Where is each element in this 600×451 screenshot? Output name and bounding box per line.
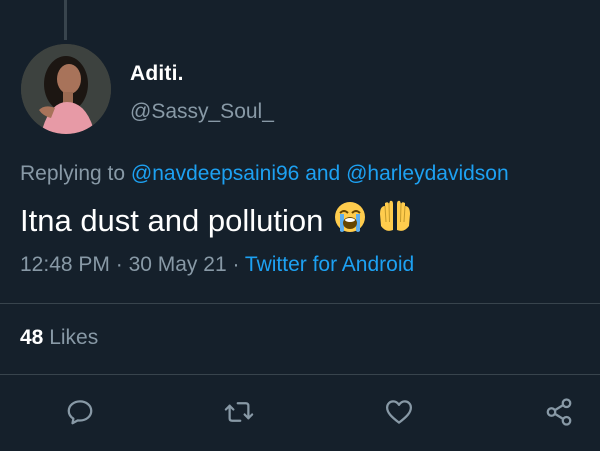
share-button[interactable]: [541, 394, 577, 430]
avatar-image: [21, 44, 111, 134]
tweet-time[interactable]: 12:48 PM: [20, 253, 110, 276]
share-icon: [546, 398, 572, 426]
reply-button[interactable]: [62, 394, 98, 430]
author-name[interactable]: Aditi.: [130, 62, 184, 86]
meta-separator: ·: [109, 253, 129, 276]
tweet-metadata: 12:48 PM · 30 May 21 · Twitter for Andro…: [20, 253, 414, 277]
replying-to-label: Replying to: [20, 162, 131, 185]
thread-connector-line: [64, 0, 67, 40]
divider: [0, 303, 600, 304]
retweet-button[interactable]: [221, 394, 257, 430]
raising-hands-emoji: [377, 200, 413, 242]
likes-label: Likes: [43, 326, 99, 349]
tweet-text: Itna dust and pollution: [20, 200, 413, 242]
tweet-date[interactable]: 30 May 21: [129, 253, 227, 276]
divider: [0, 374, 600, 375]
like-icon: [386, 400, 412, 424]
like-button[interactable]: [381, 394, 417, 430]
retweet-icon: [224, 402, 254, 422]
author-handle[interactable]: @Sassy_Soul_: [130, 100, 274, 124]
tweet-source-link[interactable]: Twitter for Android: [245, 253, 414, 276]
reply-joiner[interactable]: and: [299, 162, 346, 185]
avatar[interactable]: [21, 44, 111, 134]
tweet-body: Itna dust and pollution: [20, 203, 324, 238]
meta-separator: ·: [226, 253, 245, 276]
likes-stat[interactable]: 48 Likes: [20, 326, 98, 350]
replying-to-line: Replying to @navdeepsaini96 and @harleyd…: [20, 162, 509, 186]
mention-link-harleydavidson[interactable]: @harleydavidson: [346, 162, 509, 185]
reply-icon: [67, 400, 93, 425]
loudly-crying-face-emoji: [333, 200, 367, 242]
mention-link-navdeepsaini96[interactable]: @navdeepsaini96: [131, 162, 299, 185]
likes-count: 48: [20, 326, 44, 349]
